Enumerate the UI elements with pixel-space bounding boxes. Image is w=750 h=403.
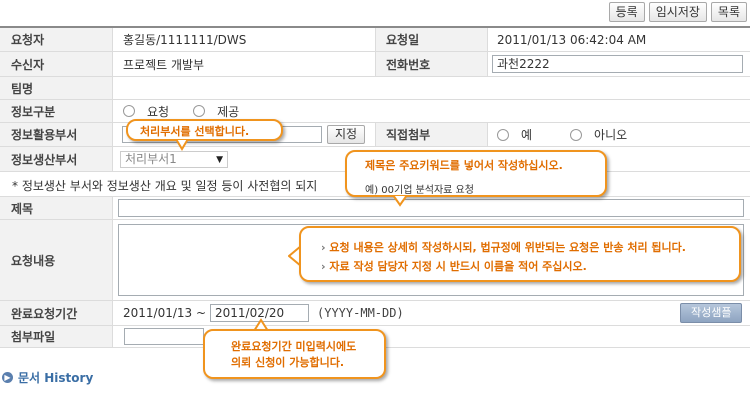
recipient-label: 수신자 — [0, 52, 113, 76]
notice-content: * 정보생산 부서와 정보생산 개요 및 일정 등이 사전협의 되지 — [12, 179, 318, 193]
sample-button[interactable]: 작성샘플 — [680, 303, 743, 323]
requester-row: 요청자 홍길동/1111111/DWS 요청일 2011/01/13 06:42… — [0, 28, 750, 52]
producing-dept-selected: 처리부서1 — [125, 152, 177, 166]
attachment-input[interactable] — [124, 328, 204, 345]
top-toolbar: 등록 임시저장 목록 — [608, 2, 747, 22]
title-hint-tooltip: 제목은 주요키워드를 넣어서 작성하십시오. 예) 00기업 분석자료 요청 — [345, 150, 607, 197]
content-hint1-text: 요청 내용은 상세히 작성하시되, 법규정에 위반되는 요청은 반송 처리 됩니… — [329, 241, 686, 254]
usage-dept-row: 정보활용부서 지정 직접첨부 예 아니오 — [0, 123, 750, 147]
yes-radio-label: 예 — [521, 128, 533, 142]
request-date-value: 2011/01/13 06:42:04 AM — [497, 32, 647, 47]
title-label: 제목 — [0, 197, 113, 219]
title-input[interactable] — [118, 199, 744, 217]
content-hint2-text: 자료 작성 담당자 지정 시 반드시 이름을 적어 주십시오. — [329, 260, 587, 273]
title-example-text: 예) 00기업 분석자료 요청 — [365, 185, 474, 196]
info-type-label: 정보구분 — [0, 100, 113, 122]
title-row: 제목 — [0, 197, 750, 220]
provide-radio[interactable] — [193, 105, 206, 117]
requester-value: 홍길동/1111111/DWS — [123, 33, 247, 47]
content-hint-line1: › 요청 내용은 상세히 작성하시되, 법규정에 위반되는 요청은 반송 처리 … — [321, 241, 686, 254]
team-row: 팀명 — [0, 77, 750, 100]
content-hint-line2: › 자료 작성 담당자 지정 시 반드시 이름을 적어 주십시오. — [321, 260, 587, 273]
temp-save-button[interactable]: 임시저장 — [648, 2, 707, 22]
title-hint-text: 제목은 주요키워드를 넣어서 작성하십시오. — [365, 159, 563, 172]
no-radio[interactable] — [570, 128, 583, 141]
request-date-label: 요청일 — [375, 28, 488, 51]
title-hint-tooltip-tail — [392, 195, 408, 207]
register-button[interactable]: 등록 — [608, 2, 645, 22]
select-dept-tooltip-text: 처리부서를 선택합니다. — [140, 125, 250, 138]
due-hint-line2: 의뢰 신청이 가능합니다. — [231, 356, 345, 369]
document-history-link[interactable]: ▶ 문서 History — [2, 369, 93, 386]
due-period-label: 완료요청기간 — [0, 301, 113, 325]
select-dept-tooltip-tail — [176, 139, 190, 151]
provide-radio-label: 제공 — [217, 104, 240, 119]
list-button[interactable]: 목록 — [710, 2, 747, 22]
producing-dept-select[interactable]: 처리부서1 ▼ — [120, 151, 228, 168]
team-label: 팀명 — [0, 77, 113, 99]
select-dept-tooltip: 처리부서를 선택합니다. — [126, 119, 283, 141]
direct-attach-label: 직접첨부 — [375, 123, 488, 146]
due-hint-tooltip: 완료요청기간 미입력시에도 의뢰 신청이 가능합니다. — [203, 329, 386, 379]
requester-label: 요청자 — [0, 28, 113, 51]
date-format-hint: (YYYY-MM-DD) — [317, 306, 404, 320]
direct-attach-options: 예 아니오 — [497, 123, 627, 146]
phone-label: 전화번호 — [375, 52, 488, 76]
due-hint-line1: 완료요청기간 미입력시에도 — [231, 340, 357, 353]
recipient-value: 프로젝트 개발부 — [123, 57, 205, 72]
attachment-label: 첨부파일 — [0, 326, 113, 347]
notice-text: * 정보생산 부서와 정보생산 개요 및 일정 등이 사전협의 되지 — [12, 177, 317, 194]
phone-input[interactable]: 과천2222 — [492, 55, 743, 73]
usage-dept-label: 정보활용부서 — [0, 123, 113, 146]
request-radio[interactable] — [123, 105, 135, 117]
request-radio-label: 요청 — [147, 104, 170, 119]
info-type-row: 정보구분 요청 제공 — [0, 100, 750, 123]
producing-dept-label: 정보생산부서 — [0, 147, 113, 171]
chevron-down-icon: ▼ — [216, 155, 223, 165]
chevron-right-icon: ▶ — [2, 372, 13, 383]
content-hint-tooltip: › 요청 내용은 상세히 작성하시되, 법규정에 위반되는 요청은 반송 처리 … — [299, 226, 741, 282]
no-radio-label: 아니오 — [594, 128, 628, 142]
due-start: 2011/01/13 ~ — [123, 306, 207, 320]
yes-radio[interactable] — [497, 128, 509, 141]
document-history-label: 문서 History — [18, 371, 94, 385]
recipient-row: 수신자 프로젝트 개발부 전화번호 과천2222 — [0, 52, 750, 77]
content-label: 요청내용 — [0, 220, 113, 300]
due-period-row: 완료요청기간 2011/01/13 ~ 2011/02/20 (YYYY-MM-… — [0, 301, 750, 326]
assign-button[interactable]: 지정 — [327, 125, 366, 144]
